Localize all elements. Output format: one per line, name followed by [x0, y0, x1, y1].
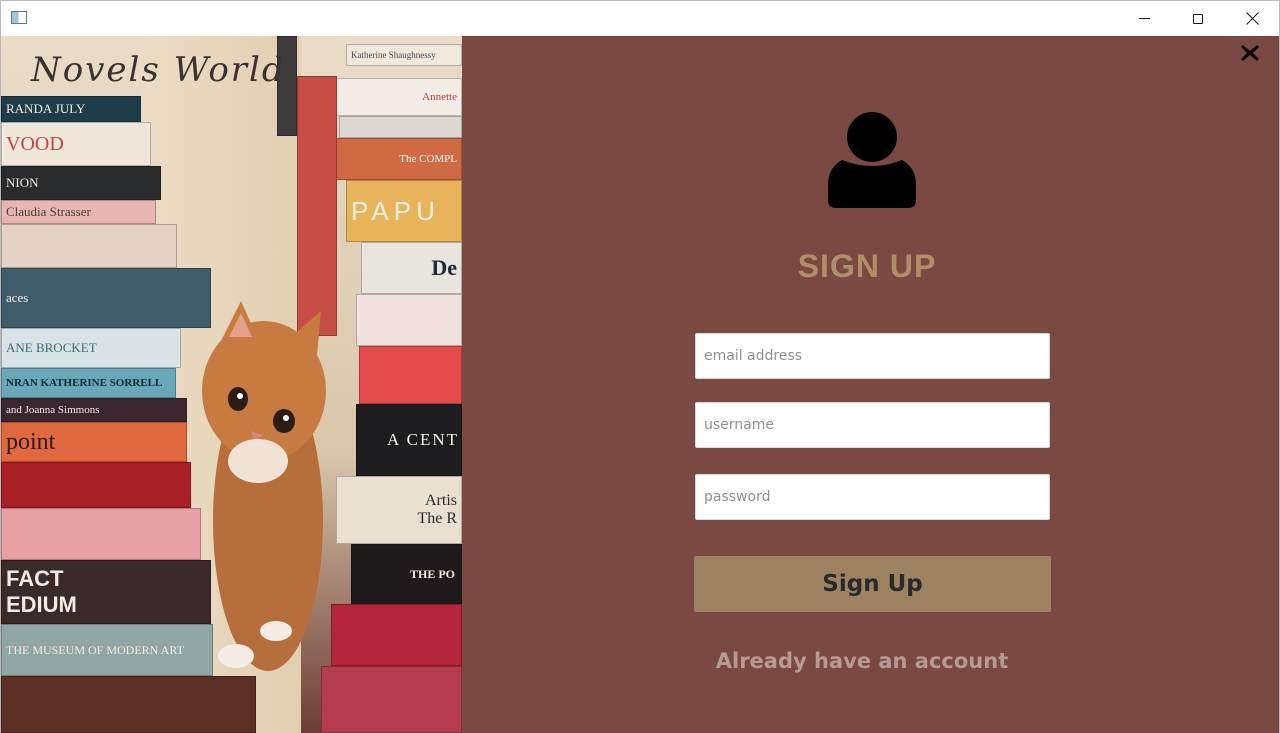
book-spine — [339, 116, 462, 138]
book-spine: Annette — [331, 78, 462, 116]
signup-title: SIGN UP — [797, 248, 937, 284]
close-x-icon[interactable] — [1239, 42, 1261, 64]
signup-panel: SIGN UP Sign Up Already have an account — [462, 36, 1279, 733]
main-content: RANDA JULY VOOD NION Claudia Strasser ac… — [1, 36, 1279, 733]
book-spine — [359, 346, 462, 404]
minimize-icon — [1138, 18, 1150, 19]
signup-button[interactable]: Sign Up — [694, 556, 1051, 612]
book-spine: Katherine Shaughnessy — [346, 44, 462, 66]
app-window-icon — [11, 11, 27, 24]
book-spine-text: Artis — [425, 492, 457, 509]
title-bar[interactable] — [1, 1, 1279, 36]
book-spine-text: The R — [417, 510, 457, 527]
book-spine-text: EDIUM — [6, 592, 77, 617]
window-close-button[interactable] — [1225, 1, 1279, 36]
maximize-icon — [1193, 13, 1203, 24]
login-link[interactable]: Already have an account — [462, 649, 1262, 673]
book-spine: ANE BROCKET — [1, 328, 181, 368]
user-icon — [828, 112, 916, 208]
book-spine: point — [1, 422, 187, 462]
books-kitten-image: RANDA JULY VOOD NION Claudia Strasser ac… — [1, 36, 462, 733]
minimize-button[interactable] — [1117, 1, 1171, 36]
book-spine: NION — [1, 166, 161, 200]
app-window: RANDA JULY VOOD NION Claudia Strasser ac… — [0, 0, 1280, 733]
book-spine: and Joanna Simmons — [1, 398, 187, 422]
book-spine: Artis The R — [336, 476, 462, 544]
password-field[interactable] — [695, 474, 1050, 520]
book-spine: FACT EDIUM — [1, 560, 211, 624]
book-spine: Claudia Strasser — [1, 200, 156, 224]
book-spine — [1, 462, 191, 508]
book-spine — [1, 224, 177, 268]
book-spine: THE PO — [351, 544, 462, 604]
maximize-button[interactable] — [1171, 1, 1225, 36]
book-spine — [331, 604, 462, 666]
book-spine — [1, 676, 256, 733]
book-spine: De — [361, 242, 462, 294]
book-spine — [321, 666, 462, 733]
username-field[interactable] — [695, 402, 1050, 448]
book-spine: VOOD — [1, 122, 151, 166]
book-spine — [1, 508, 201, 560]
book-spine: A CENT — [356, 404, 462, 476]
close-icon — [1246, 12, 1259, 25]
book-spine: aces — [1, 268, 211, 328]
book-spine: RANDA JULY — [1, 96, 141, 122]
book-spine: NRAN KATHERINE SORRELL — [1, 368, 176, 398]
email-field[interactable] — [695, 333, 1050, 379]
book-spine: PAPU — [346, 180, 462, 242]
kitten-illustration — [202, 301, 326, 671]
book-spine — [356, 294, 462, 346]
book-spine: The COMPL — [336, 138, 462, 180]
book-spine: THE MUSEUM OF MODERN ART — [1, 624, 213, 676]
brand-title: Novels World — [31, 50, 286, 90]
book-spine-text: FACT — [6, 566, 64, 591]
